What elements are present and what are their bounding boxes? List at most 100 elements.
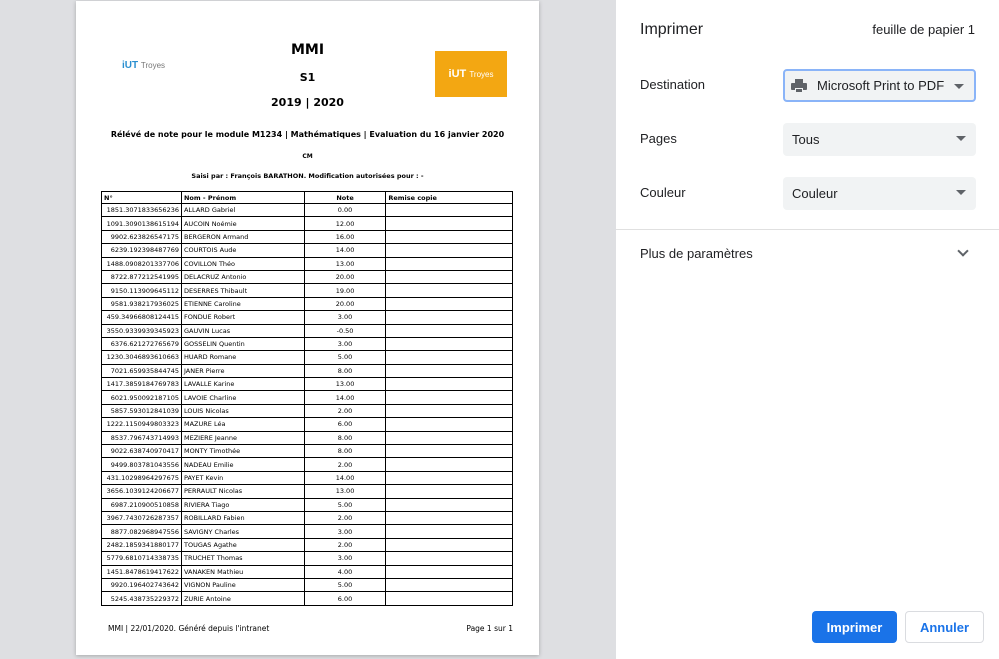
col-header-number: N° [101, 191, 182, 204]
course-type: CM [302, 153, 313, 160]
row-note: 14.00 [303, 470, 387, 486]
chevron-down-icon[interactable] [957, 245, 969, 257]
row-note: 20.00 [303, 269, 387, 285]
row-number: 459.34966808124415 [101, 310, 182, 325]
row-note: 12.00 [303, 216, 387, 231]
dropdown-arrow-icon [956, 190, 966, 195]
row-name: PAYET Kevin [180, 470, 305, 486]
row-name: BERGERON Armand [180, 229, 305, 245]
table-row: 1488.0908201337706 COVILLON Théo 13.00 [101, 256, 513, 271]
preview-page: iUT Troyes iUT Troyes MMI S1 2019 | 2020… [76, 1, 539, 655]
page-footer-right: Page 1 sur 1 [466, 624, 513, 633]
row-name: AUCOIN Noémie [180, 216, 305, 231]
row-note: 0.00 [303, 202, 387, 218]
destination-select[interactable]: Microsoft Print to PDF [783, 69, 976, 102]
table-row: 1230.3046893610663 HUARD Romane 5.00 [101, 350, 513, 365]
row-name: ROBILLARD Fabien [180, 510, 305, 526]
document-title: MMI [290, 42, 325, 58]
table-row: 3967.7430726287357 ROBILLARD Fabien 2.00 [101, 510, 513, 526]
table-row: 2482.1859341880177 TOUGAS Agathe 2.00 [101, 537, 513, 553]
row-name: LOUIS Nicolas [180, 403, 305, 419]
row-number: 6239.192398487769 [101, 243, 182, 258]
row-note: 8.00 [303, 363, 387, 379]
table-row: 5779.6810714338735 TRUCHET Thomas 3.00 [101, 551, 513, 566]
row-remise [385, 283, 513, 298]
table-row: 9920.196402743642 VIGNON Pauline 5.00 [101, 577, 513, 593]
row-remise [385, 377, 513, 392]
table-row: 9902.623826547175 BERGERON Armand 16.00 [101, 229, 513, 245]
row-note: 2.00 [303, 457, 387, 472]
divider [616, 229, 999, 230]
row-note: 6.00 [303, 417, 387, 432]
row-remise [385, 336, 513, 352]
row-note: 2.00 [303, 537, 387, 553]
more-settings-toggle[interactable]: Plus de paramètres [640, 246, 753, 261]
row-remise [385, 243, 513, 258]
pages-select[interactable]: Tous [783, 123, 976, 156]
row-number: 8722.877212541995 [101, 269, 182, 285]
row-number: 9920.196402743642 [101, 577, 182, 593]
row-note: 13.00 [303, 377, 387, 392]
row-note: 2.00 [303, 403, 387, 419]
table-row: 6987.210900510858 RIVIERA Tiago 5.00 [101, 497, 513, 512]
row-note: 13.00 [303, 256, 387, 271]
col-header-remise: Remise copie [385, 191, 513, 204]
academic-year: 2019 | 2020 [271, 96, 344, 109]
row-number: 3967.7430726287357 [101, 510, 182, 526]
row-number: 1451.8478619417622 [101, 564, 182, 579]
table-row: 9150.113909645112 DESERRES Thibault 19.00 [101, 283, 513, 298]
row-name: LAVOIE Charline [180, 390, 305, 405]
row-remise [385, 430, 513, 446]
row-name: ALLARD Gabriel [180, 202, 305, 218]
row-note: 8.00 [303, 430, 387, 446]
table-row: 9022.638740970417 MONTY Timothée 8.00 [101, 444, 513, 459]
row-note: 13.00 [303, 484, 387, 499]
row-note: 5.00 [303, 497, 387, 512]
row-note: 3.00 [303, 551, 387, 566]
pages-value: Tous [792, 132, 820, 147]
row-number: 6021.950092187105 [101, 390, 182, 405]
row-name: GAUVIN Lucas [180, 323, 305, 338]
print-button[interactable]: Imprimer [812, 611, 897, 643]
row-note: 3.00 [303, 336, 387, 352]
row-note: 2.00 [303, 510, 387, 526]
row-name: SAVIGNY Charles [180, 524, 305, 539]
col-header-note: Note [303, 191, 387, 204]
row-remise [385, 390, 513, 405]
table-row: 459.34966808124415 FONDUE Robert 3.00 [101, 310, 513, 325]
row-name: TOUGAS Agathe [180, 537, 305, 553]
row-remise [385, 256, 513, 271]
row-name: NADEAU Emilie [180, 457, 305, 472]
cancel-button[interactable]: Annuler [905, 611, 984, 643]
row-remise [385, 403, 513, 419]
row-note: 5.00 [303, 350, 387, 365]
table-row: 9581.938217936025 ETIENNE Caroline 20.00 [101, 296, 513, 312]
row-remise [385, 457, 513, 472]
row-name: COURTOIS Aude [180, 243, 305, 258]
row-name: VANAKEN Mathieu [180, 564, 305, 579]
row-number: 9902.623826547175 [101, 229, 182, 245]
row-name: COVILLON Théo [180, 256, 305, 271]
row-name: ETIENNE Caroline [180, 296, 305, 312]
row-number: 8537.796743714993 [101, 430, 182, 446]
table-row: 6239.192398487769 COURTOIS Aude 14.00 [101, 243, 513, 258]
row-remise [385, 216, 513, 231]
logo-left-brand: iUT [122, 60, 139, 71]
entered-by: Saisi par : François BARATHON. Modificat… [191, 172, 424, 180]
row-remise [385, 202, 513, 218]
row-note: 8.00 [303, 444, 387, 459]
table-row: 7021.659935844745 JANER Pierre 8.00 [101, 363, 513, 379]
row-note: 14.00 [303, 243, 387, 258]
print-settings-panel: Imprimer feuille de papier 1 Destination… [616, 0, 999, 659]
row-remise [385, 229, 513, 245]
row-remise [385, 524, 513, 539]
row-name: MEZIERE Jeanne [180, 430, 305, 446]
row-remise [385, 510, 513, 526]
row-number: 1488.0908201337706 [101, 256, 182, 271]
row-number: 3550.9339939345923 [101, 323, 182, 338]
row-remise [385, 577, 513, 593]
table-row: 6021.950092187105 LAVOIE Charline 14.00 [101, 390, 513, 405]
color-select[interactable]: Couleur [783, 177, 976, 210]
table-row: 6376.621272765679 GOSSELIN Quentin 3.00 [101, 336, 513, 352]
row-number: 5245.438735229372 [101, 591, 182, 606]
